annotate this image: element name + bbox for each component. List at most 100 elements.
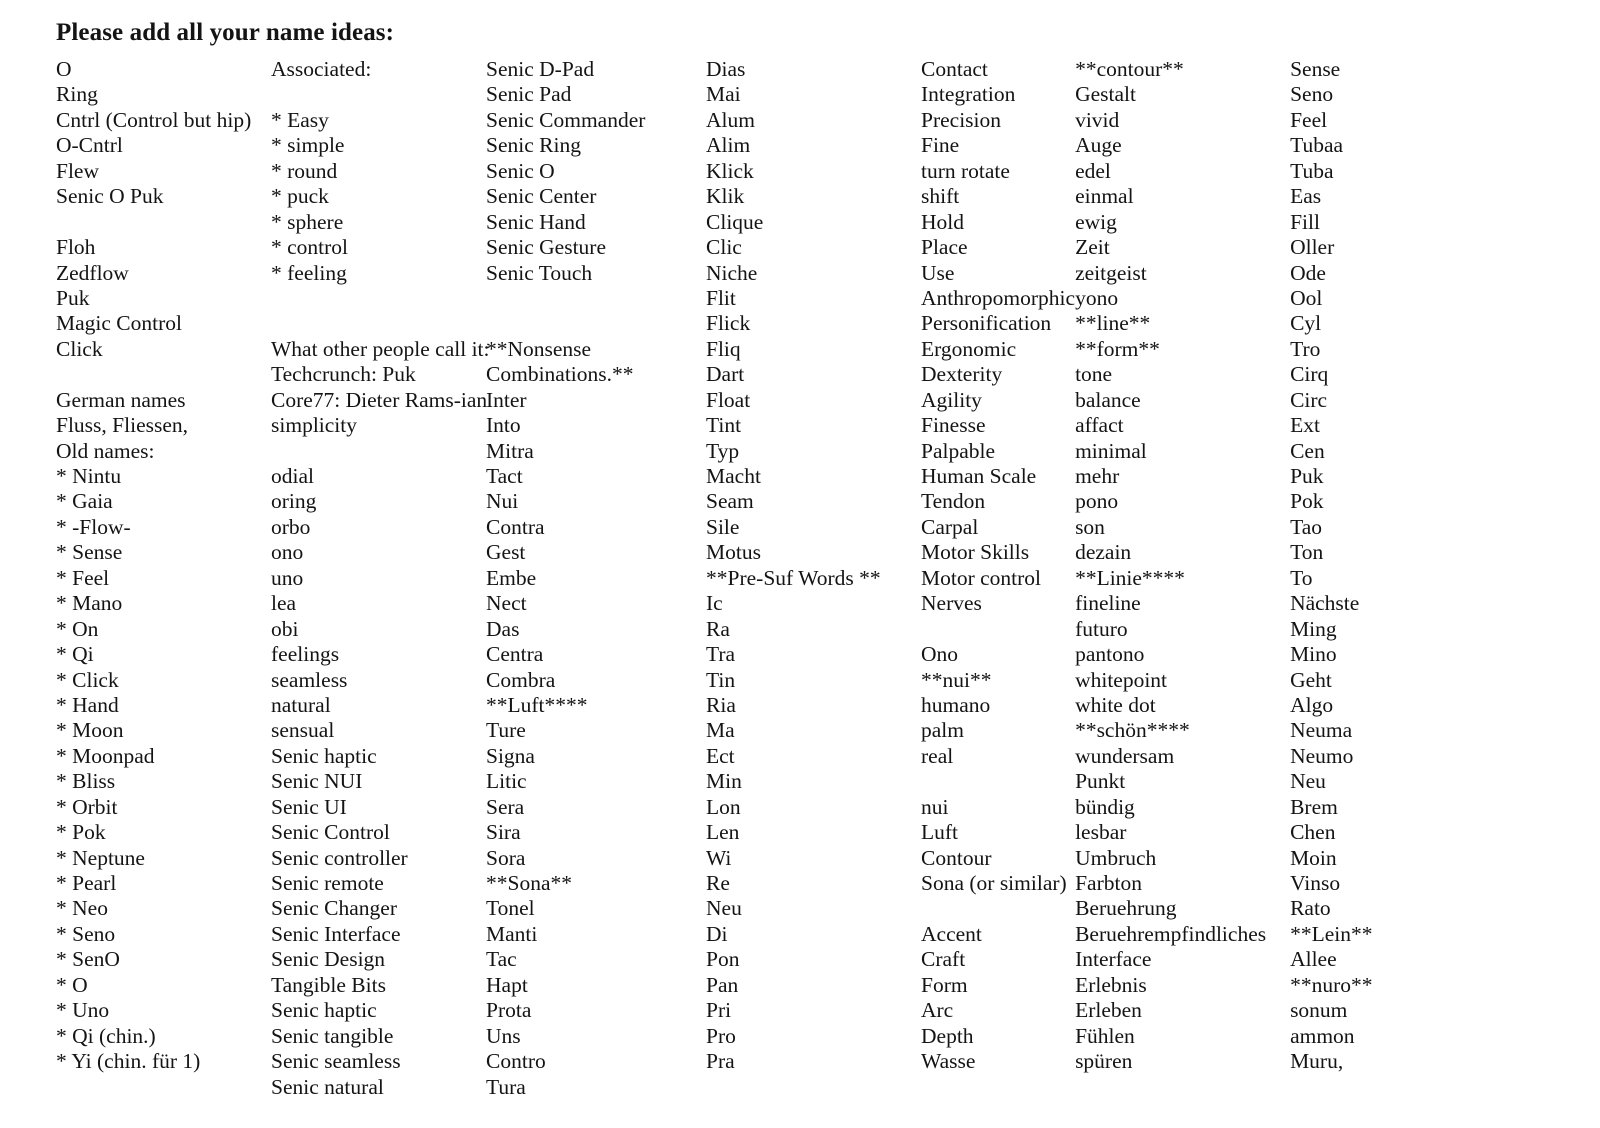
name-idea-entry: Tuba	[1290, 158, 1334, 183]
name-idea-entry: Flew	[56, 158, 99, 183]
column-7-sound-ideas: Sense Seno Feel Tubaa Tuba Eas Fill Oller Ode Ool…	[1290, 57, 1520, 1075]
name-idea-entry: Cntrl (Control but hip)	[56, 107, 252, 132]
name-idea-entry: Eas	[1290, 184, 1322, 209]
name-idea-entry: Feel	[1290, 107, 1328, 132]
name-idea-entry: pono	[1075, 489, 1119, 514]
name-idea-entry: shift	[921, 184, 960, 209]
name-idea-entry: **schön****	[1075, 718, 1190, 743]
name-idea-entry: Personification	[921, 311, 1052, 336]
name-idea-entry: Carpal	[921, 514, 979, 539]
name-idea-entry: Ic	[706, 591, 723, 616]
name-idea-entry: **contour**	[1075, 57, 1184, 81]
name-idea-entry: Oller	[1290, 235, 1335, 260]
name-idea-entry: Contro	[486, 1049, 546, 1074]
name-idea-entry: Pro	[706, 1023, 736, 1048]
name-idea-entry: Chen	[1290, 820, 1336, 845]
name-idea-entry: natural	[271, 692, 331, 717]
name-idea-entry: Tubaa	[1290, 133, 1344, 158]
spacer-row	[921, 896, 1075, 921]
spacer-row	[271, 311, 486, 336]
name-idea-entry: obi	[271, 616, 299, 641]
name-idea-entry: ammon	[1290, 1023, 1355, 1048]
name-idea-entry: simplicity	[271, 413, 357, 438]
name-idea-entry: * Qi	[56, 642, 94, 667]
name-idea-entry: Allee	[1290, 947, 1337, 972]
name-idea-entry: Uns	[486, 1023, 521, 1048]
name-idea-entry: Tac	[486, 947, 517, 972]
name-idea-entry: Motor control	[921, 565, 1042, 590]
name-idea-entry: * Yi (chin. für 1)	[56, 1049, 201, 1074]
name-idea-entry: **Pre-Suf Words **	[706, 565, 881, 590]
name-idea-entry: * puck	[271, 184, 329, 209]
name-idea-entry: affact	[1075, 413, 1124, 438]
name-idea-entry: Litic	[486, 769, 527, 794]
name-idea-entry: Seam	[706, 489, 754, 514]
spacer-row	[921, 769, 1075, 794]
name-idea-entry: Magic Control	[56, 311, 182, 336]
name-idea-entry: Precision	[921, 107, 1002, 132]
name-idea-entry: Mai	[706, 82, 741, 107]
name-idea-entry: * feeling	[271, 260, 347, 285]
name-idea-entry: Algo	[1290, 692, 1334, 717]
name-idea-entry: Mino	[1290, 642, 1337, 667]
name-idea-entry: Inter	[486, 387, 527, 412]
name-idea-entry: * Feel	[56, 565, 110, 590]
name-idea-entry: Mitra	[486, 438, 534, 463]
name-idea-entry: vivid	[1075, 107, 1120, 132]
name-idea-entry: Wasse	[921, 1049, 976, 1074]
name-idea-entry: Tint	[706, 413, 742, 438]
name-idea-entry: Moin	[1290, 845, 1337, 870]
name-idea-entry: Arc	[921, 998, 954, 1023]
name-idea-entry: * Moonpad	[56, 743, 155, 768]
name-idea-entry: Fill	[1290, 209, 1320, 234]
name-idea-entry: Sera	[486, 794, 525, 819]
name-idea-entry: What other people call it:	[271, 336, 490, 361]
name-idea-entry: **nuro**	[1290, 972, 1373, 997]
name-idea-entry: palm	[921, 718, 964, 743]
name-idea-entry: Motus	[706, 540, 761, 565]
name-idea-entry: * Hand	[56, 692, 119, 717]
name-idea-entry: Zedflow	[56, 260, 129, 285]
name-idea-entry: Gest	[486, 540, 526, 565]
name-idea-entry: Sile	[706, 514, 740, 539]
name-idea-entry: Pan	[706, 972, 739, 997]
name-idea-entry: Gestalt	[1075, 82, 1136, 107]
column-3-senic-variants: Senic D-Pad Senic Pad Senic Commander Senic…	[486, 57, 706, 1100]
name-idea-entry: Ture	[486, 718, 526, 743]
name-idea-entry: * Neptune	[56, 845, 145, 870]
name-idea-entry: **Sona**	[486, 871, 572, 895]
spacer-row	[56, 210, 271, 235]
name-idea-entry: Signa	[486, 743, 535, 768]
name-idea-entry: Neumo	[1290, 743, 1354, 768]
name-idea-entry: Pok	[1290, 489, 1324, 514]
name-idea-entry: Sense	[1290, 57, 1341, 81]
name-idea-entry: son	[1075, 514, 1105, 539]
name-idea-entry: sensual	[271, 718, 335, 743]
name-idea-entry: wundersam	[1075, 743, 1175, 768]
name-idea-entry: Luft	[921, 820, 959, 845]
name-idea-entry: Auge	[1075, 133, 1122, 158]
name-idea-entry: Nui	[486, 489, 519, 514]
name-idea-entry: Klik	[706, 184, 745, 209]
name-idea-entry: **line**	[1075, 311, 1151, 336]
name-idea-entry: Embe	[486, 565, 537, 590]
name-idea-entry: Pra	[706, 1049, 735, 1074]
name-idea-entry: * Neo	[56, 896, 108, 921]
name-idea-entry: Integration	[921, 82, 1016, 107]
spacer-row	[486, 286, 706, 311]
name-idea-entry: Senic O	[486, 158, 555, 183]
name-idea-entry: Senic haptic	[271, 998, 377, 1023]
name-idea-entry: Neu	[706, 896, 742, 921]
name-idea-entry: minimal	[1075, 438, 1147, 463]
name-idea-entry: Agility	[921, 387, 982, 412]
name-idea-entry: feelings	[271, 642, 340, 667]
name-idea-entry: Senic Touch	[486, 260, 593, 285]
name-idea-entry: Tangible Bits	[271, 972, 386, 997]
name-idea-entry: balance	[1075, 387, 1141, 412]
name-idea-entry: ewig	[1075, 209, 1117, 234]
name-idea-entry: * Uno	[56, 998, 110, 1023]
name-idea-entry: mehr	[1075, 464, 1120, 488]
name-idea-entry: Senic tangible	[271, 1023, 394, 1048]
name-idea-entry: fineline	[1075, 591, 1141, 616]
name-idea-entry: German names	[56, 387, 186, 412]
